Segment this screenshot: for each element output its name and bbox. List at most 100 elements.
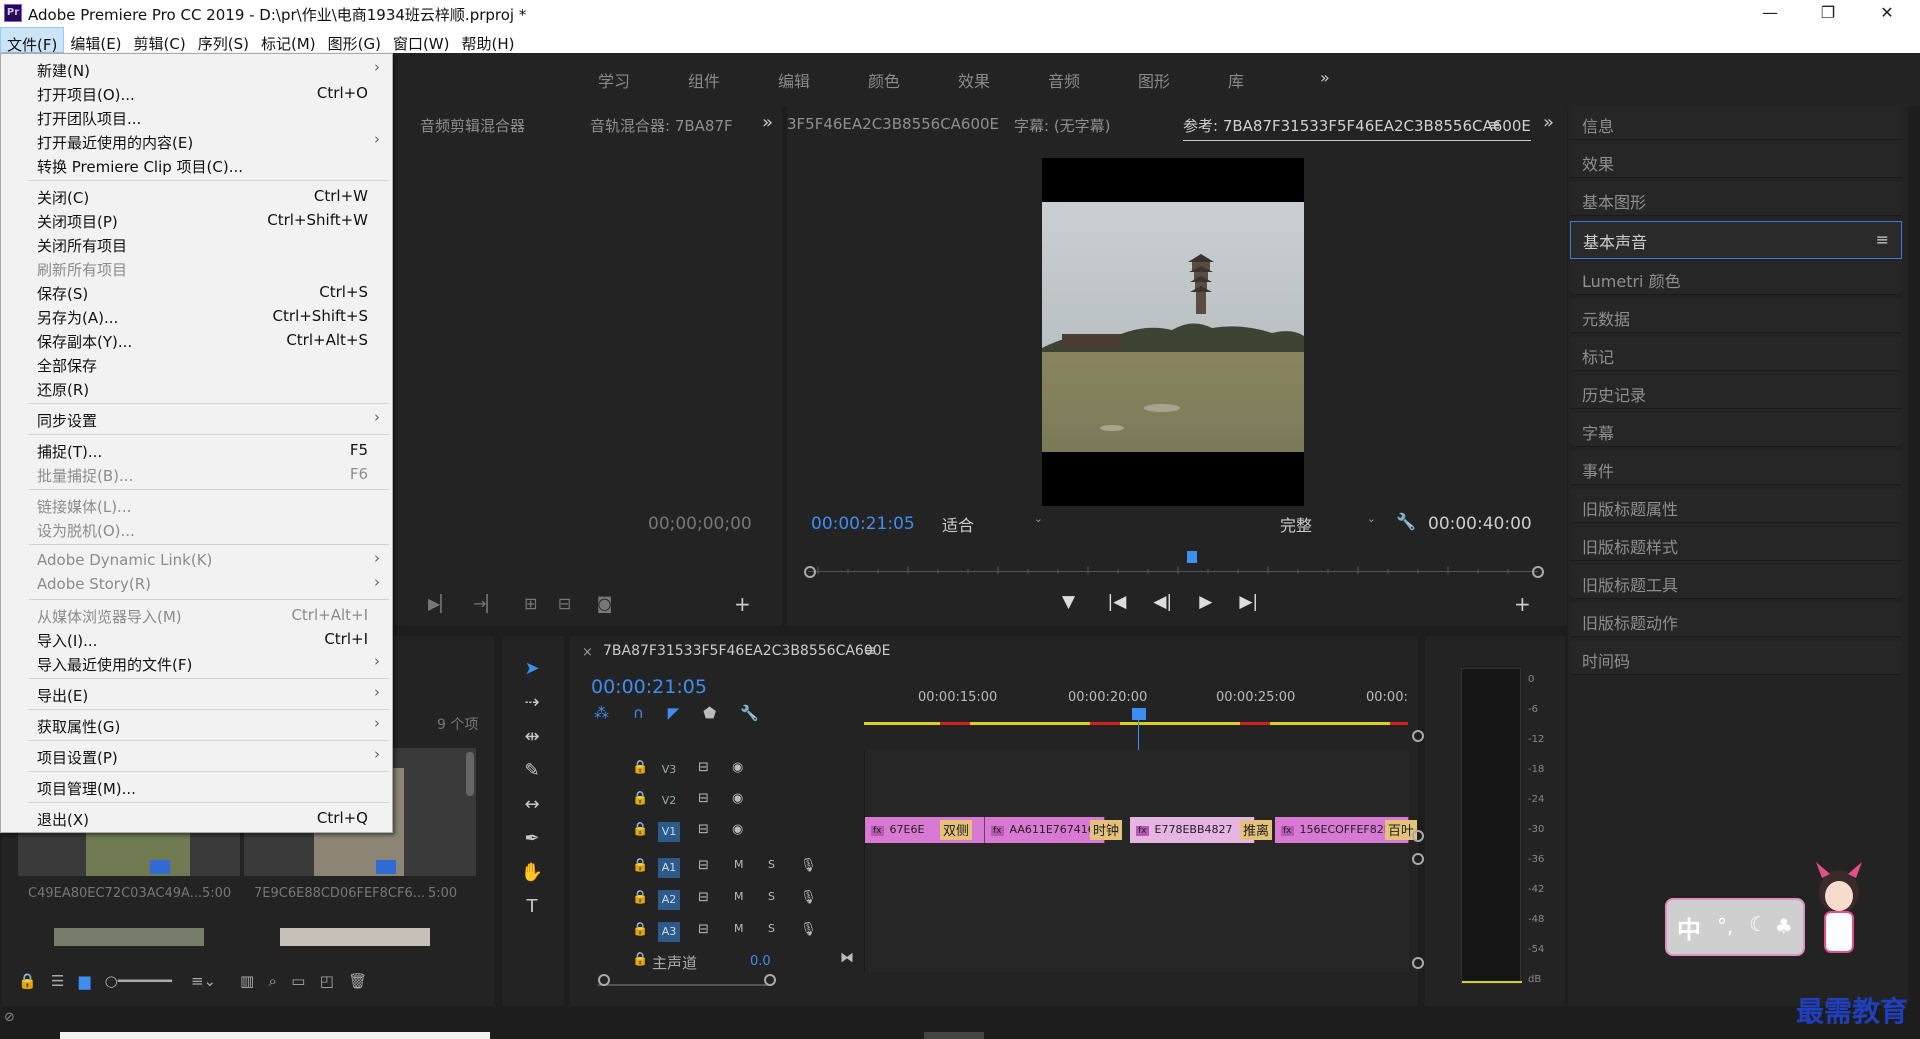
panel-events[interactable]: 事件 bbox=[1570, 451, 1902, 485]
ime-mode-label[interactable]: 中 bbox=[1677, 910, 1701, 945]
tab-program[interactable]: 3F5F46EA2C3B8556CA600E bbox=[787, 115, 999, 133]
file-menu-item[interactable]: 关闭项目(P) Ctrl+Shift+W bbox=[1, 208, 392, 232]
step-forward-icon[interactable]: ▶▏ bbox=[428, 594, 453, 613]
file-menu-item[interactable]: 同步设置 › bbox=[1, 407, 392, 431]
vertical-zoom-handle[interactable] bbox=[1412, 730, 1424, 742]
clip-v1-3[interactable]: fx E778EBB4827 bbox=[1130, 817, 1255, 843]
list-view-icon[interactable]: ☰ bbox=[51, 972, 64, 990]
mute-button[interactable]: M bbox=[734, 922, 744, 935]
project-thumb-3[interactable] bbox=[54, 928, 204, 946]
wrench-icon[interactable]: 🔧 bbox=[1396, 512, 1416, 531]
tab-reference[interactable]: 参考: 7BA87F31533F5F46EA2C3B8556CA600E bbox=[1183, 115, 1531, 141]
timeline-horizontal-scrollbar[interactable] bbox=[598, 974, 770, 986]
eye-icon[interactable]: ◉ bbox=[732, 760, 743, 775]
file-menu-item[interactable]: 保存副本(Y)... Ctrl+Alt+S bbox=[1, 328, 392, 352]
file-menu-item[interactable]: 全部保存 bbox=[1, 352, 392, 376]
solo-button[interactable]: S bbox=[768, 858, 775, 871]
ime-punct-icon[interactable]: °, bbox=[1717, 914, 1733, 938]
step-back-icon[interactable]: ◀| bbox=[1153, 592, 1172, 612]
panel-legacy-title-properties[interactable]: 旧版标题属性 bbox=[1570, 489, 1902, 523]
in-handle[interactable] bbox=[804, 566, 816, 578]
menu-sequence[interactable]: 序列(S) bbox=[192, 27, 255, 53]
panel-history[interactable]: 历史记录 bbox=[1570, 375, 1902, 409]
project-thumb-4[interactable] bbox=[280, 928, 430, 946]
new-bin-icon[interactable]: ▭ bbox=[291, 972, 305, 990]
tab-audio-clip-mixer[interactable]: 音频剪辑混合器 bbox=[420, 115, 525, 136]
file-menu-item[interactable]: 打开项目(O)... Ctrl+O bbox=[1, 81, 392, 105]
workspace-overflow-icon[interactable]: » bbox=[1320, 68, 1330, 87]
slip-tool-icon[interactable]: ↔ bbox=[520, 794, 544, 815]
mic-icon[interactable]: 🎙 bbox=[800, 922, 817, 937]
transition-1[interactable]: 双侧 bbox=[940, 820, 973, 840]
workspace-tab-audio[interactable]: 音频 bbox=[1048, 68, 1080, 92]
pen-tool-icon[interactable]: ✒ bbox=[520, 828, 544, 849]
file-menu-item[interactable]: 打开团队项目... bbox=[1, 105, 392, 129]
master-track-value[interactable]: 0.0 bbox=[750, 954, 771, 969]
ime-toolbar[interactable]: 中 °, ☾ ♣ bbox=[1665, 898, 1805, 956]
panel-essential-graphics[interactable]: 基本图形 bbox=[1570, 182, 1902, 216]
file-menu-item[interactable]: 捕捉(T)... F5 bbox=[1, 438, 392, 462]
lock-icon[interactable]: 🔒 bbox=[18, 972, 37, 990]
sync-lock-icon[interactable]: ⊟ bbox=[698, 922, 709, 937]
file-menu-item[interactable]: 项目管理(M)... bbox=[1, 775, 392, 799]
clip-v1-2[interactable]: fx AA611E767416 bbox=[985, 817, 1105, 843]
workspace-tab-color[interactable]: 颜色 bbox=[868, 68, 900, 92]
program-timecode[interactable]: 00:00:21:05 bbox=[811, 514, 915, 534]
file-menu-item[interactable]: 导出(E) › bbox=[1, 682, 392, 706]
workspace-tab-assembly[interactable]: 组件 bbox=[688, 68, 720, 92]
out-handle[interactable] bbox=[1532, 566, 1544, 578]
hand-tool-icon[interactable]: ✋ bbox=[520, 862, 544, 883]
sync-lock-icon[interactable]: ⊟ bbox=[698, 760, 709, 775]
workspace-tab-libraries[interactable]: 库 bbox=[1228, 68, 1244, 92]
track-lock-icon[interactable]: 🔒 bbox=[632, 952, 648, 967]
panel-effects[interactable]: 效果 bbox=[1570, 144, 1902, 178]
sort-icon[interactable]: ≡⌄ bbox=[191, 972, 216, 990]
go-to-in-icon[interactable]: |◀ bbox=[1108, 592, 1127, 612]
marker-icon[interactable]: ▼ bbox=[1062, 592, 1075, 612]
transition-2[interactable]: 时钟 bbox=[1090, 820, 1123, 840]
workspace-tab-graphics[interactable]: 图形 bbox=[1138, 68, 1170, 92]
hscroll-left-handle[interactable] bbox=[598, 974, 610, 986]
file-menu-item[interactable]: 保存(S) Ctrl+S bbox=[1, 280, 392, 304]
vertical-zoom-handle-4[interactable] bbox=[1412, 957, 1424, 969]
automate-icon[interactable]: ▥ bbox=[240, 972, 254, 990]
file-menu-item[interactable]: 关闭所有项目 bbox=[1, 232, 392, 256]
type-tool-icon[interactable]: T bbox=[520, 896, 544, 917]
track-lock-icon[interactable]: 🔒 bbox=[632, 890, 648, 905]
transition-3[interactable]: 推离 bbox=[1240, 820, 1273, 840]
zoom-slider[interactable]: ○━━━━━━ bbox=[105, 972, 172, 990]
panel-legacy-title-tools[interactable]: 旧版标题工具 bbox=[1570, 565, 1902, 599]
new-item-icon[interactable]: ◰ bbox=[320, 972, 334, 990]
sync-lock-icon[interactable]: ⊟ bbox=[698, 822, 709, 837]
file-menu-item[interactable]: 打开最近使用的内容(E) › bbox=[1, 129, 392, 153]
timeline-settings-icon[interactable]: 🔧 bbox=[740, 704, 759, 722]
overwrite-icon[interactable]: ⊟ bbox=[558, 594, 571, 613]
go-to-out-icon-2[interactable]: ▶| bbox=[1239, 592, 1258, 612]
zoom-fit-select[interactable]: 适合 ⌄ bbox=[942, 512, 1047, 535]
solo-button[interactable]: S bbox=[768, 890, 775, 903]
panel-overflow-icon[interactable]: » bbox=[762, 112, 773, 133]
menu-window[interactable]: 窗口(W) bbox=[387, 27, 456, 53]
panel-menu-icon-2[interactable]: ≡ bbox=[1876, 230, 1889, 249]
track-a1[interactable]: A1 bbox=[658, 858, 680, 878]
file-menu-item[interactable]: 项目设置(P) › bbox=[1, 744, 392, 768]
panel-metadata[interactable]: 元数据 bbox=[1570, 299, 1902, 333]
file-menu-item[interactable]: 关闭(C) Ctrl+W bbox=[1, 184, 392, 208]
file-menu-item[interactable]: 转换 Premiere Clip 项目(C)... bbox=[1, 153, 392, 177]
play-icon[interactable]: ▶ bbox=[1199, 592, 1212, 612]
panel-info[interactable]: 信息 bbox=[1570, 106, 1902, 140]
camera-icon[interactable]: ◙ bbox=[597, 594, 613, 613]
selection-tool-icon[interactable]: ➤ bbox=[520, 658, 544, 679]
status-link-icon[interactable]: ⊘ bbox=[4, 1010, 15, 1025]
ripple-edit-tool-icon[interactable]: ⇹ bbox=[520, 726, 544, 747]
program-add-button-icon[interactable]: + bbox=[1514, 592, 1531, 616]
timeline-playhead-handle[interactable] bbox=[1132, 708, 1146, 720]
file-menu-item[interactable]: 导入(I)... Ctrl+I bbox=[1, 627, 392, 651]
sync-lock-icon[interactable]: ⊟ bbox=[698, 791, 709, 806]
trash-icon[interactable]: 🗑 bbox=[348, 972, 367, 990]
mic-icon[interactable]: 🎙 bbox=[800, 858, 817, 873]
program-monitor[interactable] bbox=[1042, 158, 1304, 506]
workspace-tab-learn[interactable]: 学习 bbox=[598, 68, 630, 92]
track-lock-icon[interactable]: 🔒 bbox=[632, 791, 648, 806]
program-playhead[interactable] bbox=[1187, 551, 1197, 563]
